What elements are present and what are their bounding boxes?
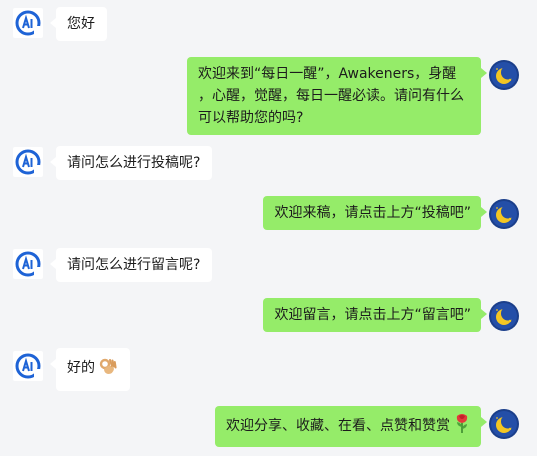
message-text: 您好 [67,16,95,32]
ok-hand-icon [98,356,118,383]
bot-avatar[interactable] [489,60,519,90]
message-text-line: 欢迎来到“每日一醒”，Awakeners，身醒 [198,66,457,82]
crescent-moon-icon [489,409,519,439]
ai-logo-icon [15,149,41,175]
rose-icon [453,412,471,441]
message-text: 欢迎来稿，请点击上方“投稿吧” [274,205,471,221]
message-bubble-bot[interactable]: 欢迎来稿，请点击上方“投稿吧” [263,196,487,230]
message-bubble-user[interactable]: 请问怎么进行投稿呢? [49,146,213,180]
ai-logo-icon [15,353,41,379]
message-bubble-user[interactable]: 好的 [50,348,130,391]
message-text: 请问怎么进行留言呢? [67,257,201,273]
message-text: 欢迎留言，请点击上方“留言吧” [274,307,471,323]
user-avatar[interactable] [13,147,43,177]
user-avatar[interactable] [13,249,43,279]
message-text: 欢迎分享、收藏、在看、点赞和赞赏 [226,418,450,434]
message-bubble-bot[interactable]: 欢迎来到“每日一醒”，Awakeners，身醒 ，心醒，觉醒，每日一醒必读。请问… [187,57,487,135]
crescent-moon-icon [489,301,519,331]
bot-avatar[interactable] [489,301,519,331]
message-bubble-bot[interactable]: 欢迎分享、收藏、在看、点赞和赞赏 [215,406,487,447]
bot-avatar[interactable] [489,199,519,229]
message-bubble-user[interactable]: 请问怎么进行留言呢? [49,248,213,282]
message-text-line: 可以帮助您的吗? [198,110,304,126]
message-bubble-bot[interactable]: 欢迎留言，请点击上方“留言吧” [263,298,487,332]
ai-logo-icon [15,251,41,277]
crescent-moon-icon [489,60,519,90]
user-avatar[interactable] [13,8,43,38]
message-text: 好的 [67,360,95,376]
message-text-line: ，心醒，觉醒，每日一醒必读。请问有什么 [198,88,464,104]
ai-logo-icon [15,10,41,36]
bot-avatar[interactable] [489,409,519,439]
message-text: 请问怎么进行投稿呢? [67,155,201,171]
user-avatar[interactable] [13,351,43,381]
crescent-moon-icon [489,199,519,229]
message-bubble-user[interactable]: 您好 [50,7,107,41]
